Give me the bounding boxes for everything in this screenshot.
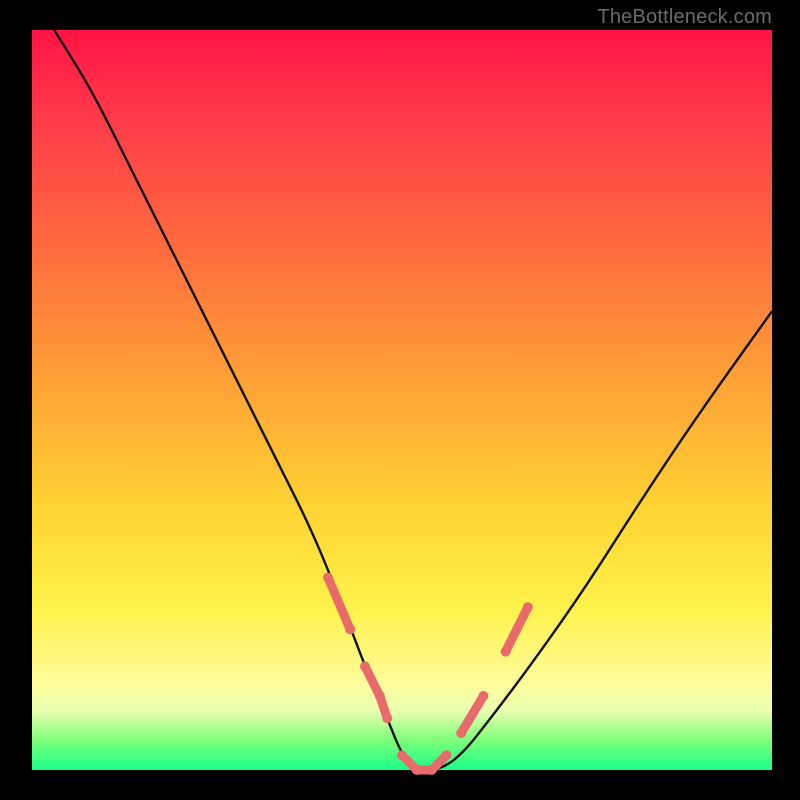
plot-area [32, 30, 772, 770]
marker-dot [323, 573, 333, 583]
marker-dot [456, 728, 466, 738]
marker-dot [523, 602, 533, 612]
marker-dot [397, 750, 407, 760]
marker-dot [375, 691, 385, 701]
marker-dot [382, 713, 392, 723]
marker-dot [360, 661, 370, 671]
marker-dot [345, 624, 355, 634]
valley-markers [323, 573, 533, 775]
bottleneck-curve [54, 30, 772, 770]
marker-dot [501, 647, 511, 657]
marker-dot [427, 765, 437, 775]
curve-svg [32, 30, 772, 770]
marker-dot [412, 765, 422, 775]
attribution-text: TheBottleneck.com [597, 6, 772, 29]
marker-dot [441, 750, 451, 760]
marker-segment [506, 607, 528, 651]
chart-frame: TheBottleneck.com [0, 0, 800, 800]
marker-segment [461, 696, 483, 733]
marker-segment [328, 578, 350, 630]
marker-dot [478, 691, 488, 701]
